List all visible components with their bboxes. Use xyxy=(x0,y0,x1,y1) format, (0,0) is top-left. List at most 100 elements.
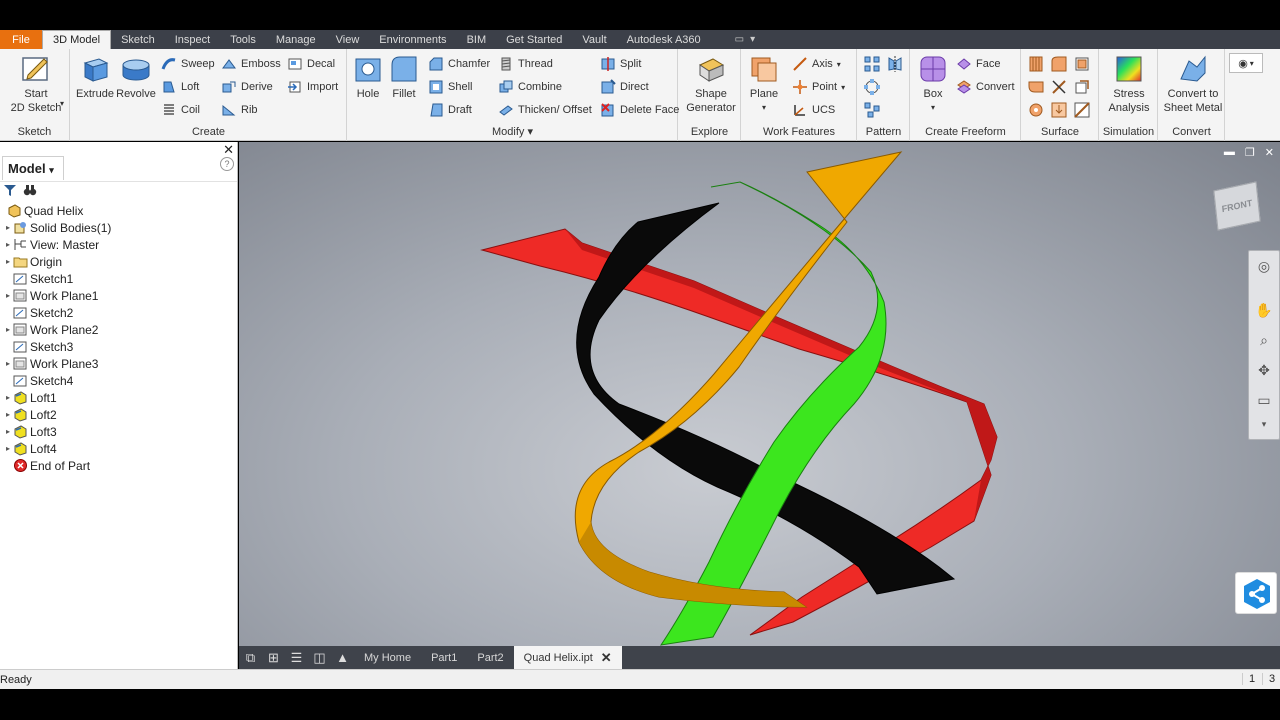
repair-bodies-icon[interactable] xyxy=(1027,101,1045,119)
draft-button[interactable]: Draft xyxy=(428,101,472,119)
emboss-button[interactable]: Emboss xyxy=(221,55,281,73)
tree-node[interactable]: ▸ Loft4 xyxy=(0,440,238,457)
revolve-button[interactable]: Revolve xyxy=(116,53,156,101)
stress-analysis-button[interactable]: Stress Analysis xyxy=(1104,53,1154,115)
split-button[interactable]: Split xyxy=(600,55,641,73)
extrude-button[interactable]: Extrude xyxy=(75,53,115,101)
tab-manage[interactable]: Manage xyxy=(266,30,326,49)
doc-tab-quad-helix[interactable]: Quad Helix.ipt ✕ xyxy=(513,646,622,669)
tree-node[interactable]: ▸ Origin xyxy=(0,253,238,270)
circular-pattern-icon[interactable] xyxy=(863,78,881,96)
axis-button[interactable]: Axis ▾ xyxy=(792,55,841,73)
tree-node[interactable]: ▸ Work Plane2 xyxy=(0,321,238,338)
tree-node[interactable]: ▸ Loft1 xyxy=(0,389,238,406)
tab-inspect[interactable]: Inspect xyxy=(165,30,220,49)
expand-arrow-icon[interactable]: ▸ xyxy=(3,427,13,436)
orbit-icon[interactable]: ✥ xyxy=(1249,355,1279,385)
steering-wheel-icon[interactable]: ◎ xyxy=(1249,251,1279,281)
expand-arrow-icon[interactable]: ▸ xyxy=(3,444,13,453)
doc-tab-part2[interactable]: Part2 xyxy=(467,646,513,669)
close-icon[interactable]: ✕ xyxy=(601,650,612,666)
tab-3d-model[interactable]: 3D Model xyxy=(42,30,112,49)
tree-node[interactable]: ▸ Loft2 xyxy=(0,406,238,423)
coil-button[interactable]: Coil xyxy=(161,101,200,119)
start-2d-sketch-button[interactable]: Start 2D Sketch xyxy=(8,53,64,115)
loft-button[interactable]: Loft xyxy=(161,78,199,96)
chevron-down-icon[interactable]: ▾ xyxy=(1249,415,1279,433)
tree-node[interactable]: Sketch1 xyxy=(0,270,238,287)
restore-icon[interactable]: ❐ xyxy=(1245,146,1255,159)
binoculars-icon[interactable] xyxy=(23,184,37,197)
pan-hand-icon[interactable]: ✋ xyxy=(1249,295,1279,325)
tree-node[interactable]: ▸ Work Plane3 xyxy=(0,355,238,372)
import-button[interactable]: Import xyxy=(287,78,338,96)
minimize-icon[interactable]: ▬ xyxy=(1224,146,1235,159)
sweep-button[interactable]: Sweep xyxy=(161,55,215,73)
tab-file[interactable]: File xyxy=(0,30,42,49)
expand-arrow-icon[interactable]: ▸ xyxy=(3,393,13,402)
tab-vault[interactable]: Vault xyxy=(572,30,616,49)
ucs-button[interactable]: UCS xyxy=(792,101,835,119)
rib-button[interactable]: Rib xyxy=(221,101,258,119)
cascade-windows-icon[interactable]: ⧉ xyxy=(239,646,262,669)
chamfer-button[interactable]: Chamfer xyxy=(428,55,490,73)
convert-freeform-button[interactable]: Convert xyxy=(956,78,1015,96)
expand-arrow-icon[interactable]: ▸ xyxy=(3,291,13,300)
expand-arrow-icon[interactable]: ▸ xyxy=(3,325,13,334)
decal-button[interactable]: Decal xyxy=(287,55,335,73)
tree-node[interactable]: Quad Helix xyxy=(0,202,238,219)
zoom-icon[interactable]: ⌕ xyxy=(1249,325,1279,355)
look-at-icon[interactable]: ▭ xyxy=(1249,385,1279,415)
combine-button[interactable]: Combine xyxy=(498,78,562,96)
ribbon-options-dropdown[interactable]: ▭ ▾ xyxy=(711,30,755,49)
tree-node[interactable]: Sketch4 xyxy=(0,372,238,389)
rectangular-pattern-icon[interactable] xyxy=(863,55,881,73)
shape-generator-button[interactable]: Shape Generator xyxy=(684,53,738,115)
trim-icon[interactable] xyxy=(1027,78,1045,96)
patch-icon[interactable] xyxy=(1050,55,1068,73)
direct-button[interactable]: Direct xyxy=(600,78,649,96)
tab-bim[interactable]: BIM xyxy=(457,30,497,49)
ribbon-customize-dropdown[interactable]: ◉ ▾ xyxy=(1229,53,1263,73)
tab-tools[interactable]: Tools xyxy=(220,30,266,49)
point-button[interactable]: Point ▾ xyxy=(792,78,845,96)
panel-title-modify[interactable]: Modify ▾ xyxy=(348,125,677,138)
expand-arrow-icon[interactable]: ▸ xyxy=(3,240,13,249)
delete-face-button[interactable]: Delete Face xyxy=(600,101,679,119)
tree-node[interactable]: ▸ Loft3 xyxy=(0,423,238,440)
thicken-offset-button[interactable]: Thicken/ Offset xyxy=(498,101,592,119)
chevron-down-icon[interactable]: ▾ xyxy=(60,99,64,108)
filter-icon[interactable] xyxy=(3,184,17,197)
ruled-surface-icon[interactable] xyxy=(1073,101,1091,119)
fillet-button[interactable]: Fillet xyxy=(389,53,419,101)
extend-icon[interactable] xyxy=(1050,78,1068,96)
box-button[interactable]: Box ▾ xyxy=(916,53,950,115)
arrange-up-icon[interactable]: ▲ xyxy=(331,646,354,669)
tab-autodesk-a360[interactable]: Autodesk A360 xyxy=(617,30,711,49)
face-button[interactable]: Face xyxy=(956,55,1000,73)
tab-sketch[interactable]: Sketch xyxy=(111,30,165,49)
close-icon[interactable]: ✕ xyxy=(223,142,234,158)
close-icon[interactable]: ✕ xyxy=(1265,146,1274,159)
tree-node[interactable]: ▸ Solid Bodies(1) xyxy=(0,219,238,236)
doc-tab-part1[interactable]: Part1 xyxy=(421,646,467,669)
thread-button[interactable]: Thread xyxy=(498,55,553,73)
tree-node[interactable]: Sketch3 xyxy=(0,338,238,355)
sketch-driven-pattern-icon[interactable] xyxy=(863,101,881,119)
mirror-icon[interactable] xyxy=(886,55,904,73)
tab-environments[interactable]: Environments xyxy=(369,30,456,49)
tree-node[interactable]: ▸ Work Plane1 xyxy=(0,287,238,304)
share-button[interactable] xyxy=(1235,572,1277,614)
sculpt-icon[interactable] xyxy=(1073,55,1091,73)
tab-get-started[interactable]: Get Started xyxy=(496,30,572,49)
tree-node[interactable]: ▸ View: Master xyxy=(0,236,238,253)
tree-node[interactable]: End of Part xyxy=(0,457,238,474)
tab-view[interactable]: View xyxy=(326,30,370,49)
tile-vertical-icon[interactable]: ◫ xyxy=(308,646,331,669)
shell-button[interactable]: Shell xyxy=(428,78,472,96)
hole-button[interactable]: Hole xyxy=(353,53,383,101)
tile-windows-icon[interactable]: ⊞ xyxy=(262,646,285,669)
model-dropdown[interactable]: Model ▾ xyxy=(2,156,64,180)
expand-arrow-icon[interactable]: ▸ xyxy=(3,359,13,368)
expand-arrow-icon[interactable]: ▸ xyxy=(3,410,13,419)
